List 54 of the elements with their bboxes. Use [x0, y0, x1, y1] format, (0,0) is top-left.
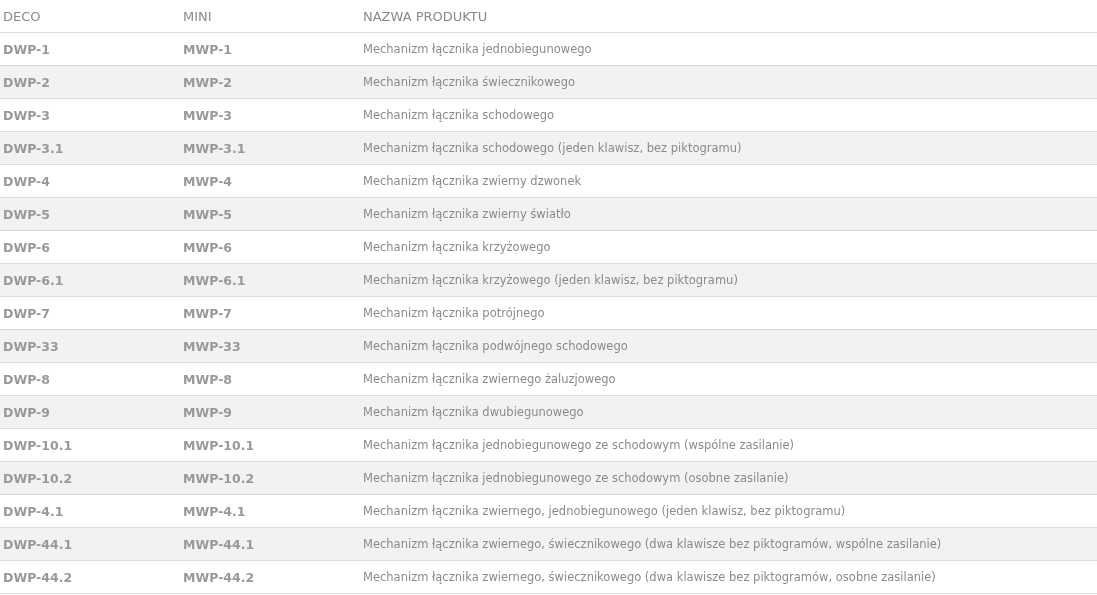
- product-name: Mechanizm łącznika jednobiegunowego ze schodowym (osobne zasilanie): [360, 461, 1097, 495]
- product-name: Mechanizm łącznika jednobiegunowego ze schodowym (wspólne zasilanie): [360, 428, 1097, 462]
- product-code: DWP-4.1: [0, 494, 180, 528]
- product-code: MWP-8: [180, 362, 360, 396]
- product-code: DWP-10.2: [0, 461, 180, 495]
- product-name: Mechanizm łącznika potrójnego: [360, 296, 1097, 330]
- product-code: MWP-44.2: [180, 560, 360, 594]
- product-code: MWP-6: [180, 230, 360, 264]
- product-code: DWP-44.1: [0, 527, 180, 561]
- product-name: Mechanizm łącznika podwójnego schodowego: [360, 329, 1097, 363]
- product-code: DWP-6.1: [0, 263, 180, 297]
- product-name: Mechanizm łącznika krzyżowego (jeden klawisz, bez piktogramu): [360, 263, 1097, 297]
- product-code: DWP-1: [0, 32, 180, 66]
- product-code: DWP-7: [0, 296, 180, 330]
- product-code: DWP-8: [0, 362, 180, 396]
- product-code: DWP-2: [0, 65, 180, 99]
- product-code: DWP-5: [0, 197, 180, 231]
- column-header: NAZWA PRODUKTU: [360, 0, 1097, 33]
- product-code: MWP-4: [180, 164, 360, 198]
- product-code: DWP-3: [0, 98, 180, 132]
- product-code: MWP-7: [180, 296, 360, 330]
- product-code: DWP-6: [0, 230, 180, 264]
- product-name: Mechanizm łącznika zwierny dzwonek: [360, 164, 1097, 198]
- product-code: DWP-44.2: [0, 560, 180, 594]
- product-name: Mechanizm łącznika jednobiegunowego: [360, 32, 1097, 66]
- product-name: Mechanizm łącznika krzyżowego: [360, 230, 1097, 264]
- product-code: MWP-5: [180, 197, 360, 231]
- product-name: Mechanizm łącznika świecznikowego: [360, 65, 1097, 99]
- product-name: Mechanizm łącznika schodowego: [360, 98, 1097, 132]
- product-code: MWP-3.1: [180, 131, 360, 165]
- product-code: MWP-9: [180, 395, 360, 429]
- product-name: Mechanizm łącznika zwiernego, świecznikowego (dwa klawisze bez piktogramów, wspólne zasilanie): [360, 527, 1097, 561]
- product-name: Mechanizm łącznika dwubiegunowego: [360, 395, 1097, 429]
- product-code: MWP-10.1: [180, 428, 360, 462]
- product-code: DWP-33: [0, 329, 180, 363]
- column-header: DECO: [0, 0, 180, 33]
- product-code: DWP-10.1: [0, 428, 180, 462]
- product-name: Mechanizm łącznika zwiernego, świecznikowego (dwa klawisze bez piktogramów, osobne zasilanie): [360, 560, 1097, 594]
- product-name: Mechanizm łącznika zwiernego żaluzjowego: [360, 362, 1097, 396]
- product-code: MWP-6.1: [180, 263, 360, 297]
- product-code: MWP-44.1: [180, 527, 360, 561]
- product-code: DWP-9: [0, 395, 180, 429]
- product-name: Mechanizm łącznika zwierny światło: [360, 197, 1097, 231]
- product-name: Mechanizm łącznika zwiernego, jednobiegunowego (jeden klawisz, bez piktogramu): [360, 494, 1097, 528]
- product-code: DWP-3.1: [0, 131, 180, 165]
- column-header: MINI: [180, 0, 360, 33]
- product-code: MWP-1: [180, 32, 360, 66]
- product-code: DWP-4: [0, 164, 180, 198]
- product-code: MWP-3: [180, 98, 360, 132]
- product-code: MWP-10.2: [180, 461, 360, 495]
- product-code: MWP-33: [180, 329, 360, 363]
- product-code: MWP-2: [180, 65, 360, 99]
- product-name: Mechanizm łącznika schodowego (jeden klawisz, bez piktogramu): [360, 131, 1097, 165]
- product-code: MWP-4.1: [180, 494, 360, 528]
